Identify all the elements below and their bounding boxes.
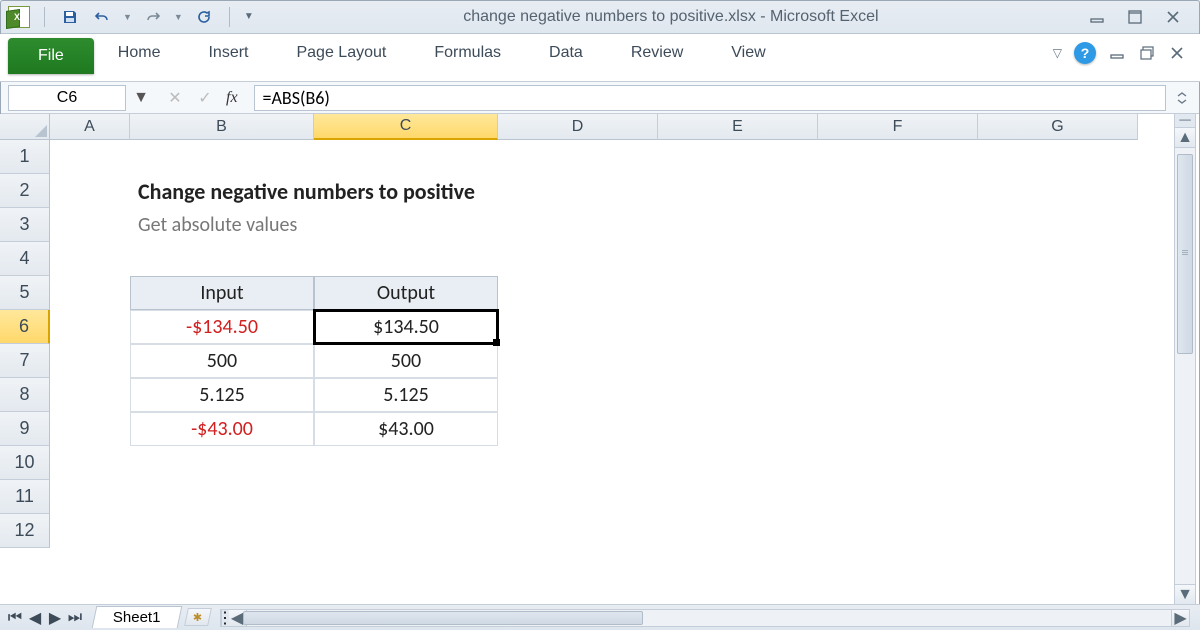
horizontal-split-handle-icon[interactable]: ⋮	[221, 610, 229, 626]
row-header-10[interactable]: 10	[0, 446, 50, 480]
redo-icon[interactable]	[142, 6, 164, 28]
column-header-e[interactable]: E	[658, 114, 818, 140]
minimize-icon[interactable]	[1088, 10, 1106, 24]
row-header-5[interactable]: 5	[0, 276, 50, 310]
quick-access-toolbar: X ▼ ▼ ▼	[8, 6, 254, 28]
cell-b5[interactable]: Input	[130, 276, 314, 310]
scroll-down-icon[interactable]: ▼	[1175, 584, 1195, 604]
row-header-4[interactable]: 4	[0, 242, 50, 276]
tab-review[interactable]: Review	[607, 34, 707, 62]
row-header-8[interactable]: 8	[0, 378, 50, 412]
workbook-close-icon[interactable]	[1168, 46, 1186, 60]
maximize-icon[interactable]	[1126, 10, 1144, 24]
row-header-2[interactable]: 2	[0, 174, 50, 208]
vertical-scrollbar[interactable]: ─ ▲ ▼	[1174, 114, 1196, 604]
tab-home[interactable]: Home	[94, 34, 185, 62]
name-box-dropdown-icon[interactable]: ▼	[132, 85, 150, 111]
window-title: change negative numbers to positive.xlsx…	[254, 8, 1088, 26]
cancel-formula-icon: ✕	[166, 88, 184, 108]
workbook-minimize-icon[interactable]	[1108, 46, 1126, 60]
window-controls	[1088, 10, 1192, 24]
save-icon[interactable]	[59, 6, 81, 28]
select-all-corner[interactable]	[0, 114, 50, 140]
fx-icon[interactable]: fx	[226, 89, 238, 107]
ribbon-minimize-caret-icon[interactable]: ▽	[1053, 46, 1062, 60]
column-header-b[interactable]: B	[130, 114, 314, 140]
cell-b2[interactable]: Change negative numbers to positive	[130, 174, 730, 208]
formula-input[interactable]: =ABS(B6)	[254, 85, 1166, 111]
last-sheet-icon[interactable]: ⏭	[66, 609, 84, 627]
vertical-scroll-thumb[interactable]	[1177, 154, 1193, 354]
cell-b7[interactable]: 500	[130, 344, 314, 378]
row-header-11[interactable]: 11	[0, 480, 50, 514]
row-header-1[interactable]: 1	[0, 140, 50, 174]
row-header-6[interactable]: 6	[0, 310, 50, 344]
cell-b9[interactable]: -$43.00	[130, 412, 314, 446]
tab-file[interactable]: File	[8, 38, 94, 74]
sheet-tab-label: Sheet1	[113, 609, 161, 626]
cell-b6[interactable]: -$134.50	[130, 310, 314, 344]
formula-bar: C6 ▼ ✕ ✓ fx =ABS(B6)	[0, 82, 1200, 114]
title-bar: X ▼ ▼ ▼ change negative numbers to posit…	[0, 0, 1200, 34]
accept-formula-icon: ✓	[196, 88, 214, 108]
cell-b8[interactable]: 5.125	[130, 378, 314, 412]
name-box[interactable]: C6	[8, 85, 126, 111]
prev-sheet-icon[interactable]: ◀	[26, 609, 44, 627]
ribbon-tabs: File HomeInsertPage LayoutFormulasDataRe…	[0, 34, 1200, 82]
tab-insert[interactable]: Insert	[184, 34, 272, 62]
tab-data[interactable]: Data	[525, 34, 607, 62]
column-header-g[interactable]: G	[978, 114, 1138, 140]
cell-c8[interactable]: 5.125	[314, 378, 498, 412]
scroll-up-icon[interactable]: ▲	[1175, 128, 1195, 148]
undo-icon[interactable]	[91, 6, 113, 28]
sheet-tab-sheet1[interactable]: Sheet1	[92, 606, 182, 628]
excel-app-icon[interactable]: X	[8, 6, 30, 28]
first-sheet-icon[interactable]: ⏮	[6, 609, 24, 627]
workbook-restore-icon[interactable]	[1138, 46, 1156, 60]
row-header-12[interactable]: 12	[0, 514, 50, 548]
row-header-9[interactable]: 9	[0, 412, 50, 446]
next-sheet-icon[interactable]: ▶	[46, 609, 64, 627]
worksheet-grid[interactable]: ABCDEFG 123456789101112 Change negative …	[0, 114, 1174, 604]
cell-b3[interactable]: Get absolute values	[130, 208, 530, 242]
column-header-c[interactable]: C	[314, 114, 498, 140]
cell-c5[interactable]: Output	[314, 276, 498, 310]
tab-formulas[interactable]: Formulas	[410, 34, 525, 62]
cell-c9[interactable]: $43.00	[314, 412, 498, 446]
column-header-a[interactable]: A	[50, 114, 130, 140]
help-icon[interactable]: ?	[1074, 42, 1096, 64]
row-header-7[interactable]: 7	[0, 344, 50, 378]
scroll-right-icon[interactable]: ▶	[1171, 610, 1189, 626]
vertical-split-handle-icon[interactable]: ─	[1175, 114, 1195, 128]
horizontal-scroll-thumb[interactable]	[243, 611, 643, 625]
tab-page-layout[interactable]: Page Layout	[272, 34, 410, 62]
new-sheet-icon[interactable]: ✱	[184, 608, 212, 626]
sheet-tab-bar: ⏮ ◀ ▶ ⏭ Sheet1 ✱ ⋮ ◀ ▶	[0, 604, 1200, 630]
horizontal-scrollbar[interactable]: ⋮ ◀ ▶	[220, 609, 1190, 627]
tab-view[interactable]: View	[707, 34, 789, 62]
column-header-d[interactable]: D	[498, 114, 658, 140]
expand-formula-bar-icon[interactable]	[1172, 91, 1192, 105]
cell-c7[interactable]: 500	[314, 344, 498, 378]
row-header-3[interactable]: 3	[0, 208, 50, 242]
cell-c6[interactable]: $134.50	[314, 310, 498, 344]
repeat-icon[interactable]	[193, 6, 215, 28]
column-header-f[interactable]: F	[818, 114, 978, 140]
close-icon[interactable]	[1164, 10, 1182, 24]
